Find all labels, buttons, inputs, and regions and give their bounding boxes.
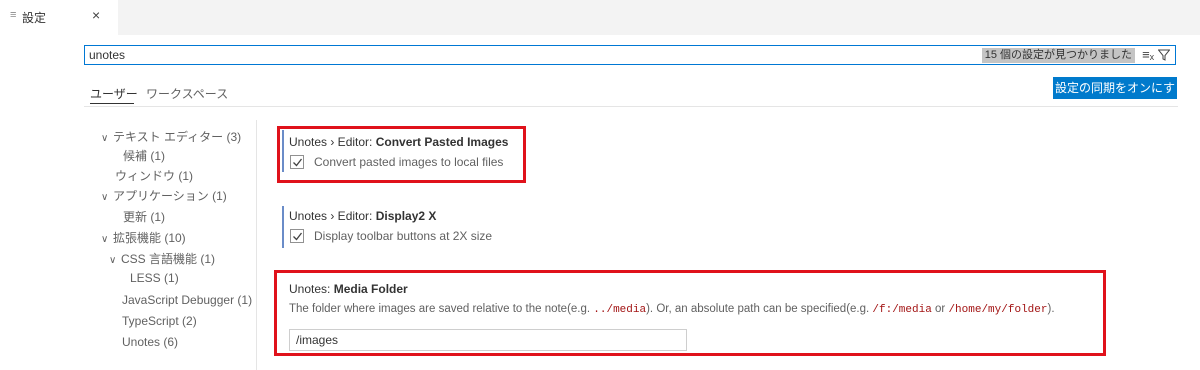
display2x-checkbox[interactable]: [290, 229, 304, 243]
search-input[interactable]: [89, 47, 969, 63]
highlight-box: [277, 126, 526, 183]
setting-focus-bar: [282, 206, 284, 248]
settings-tab[interactable]: ≡ 設定 ×: [0, 0, 118, 35]
setting-title-display: Unotes › Editor: Display2 X: [289, 209, 437, 223]
divider: [84, 106, 1178, 107]
toc-item-extensions[interactable]: ∨ 拡張機能 (10): [101, 229, 186, 246]
settings-search-box: 15 個の設定が見つかりました ≡ₓ: [84, 45, 1176, 65]
list-icon: ≡: [10, 9, 17, 21]
filter-icon[interactable]: [1158, 49, 1170, 61]
result-count-badge: 15 個の設定が見つかりました: [981, 48, 1135, 63]
chevron-down-icon: ∨: [109, 255, 117, 266]
toc-item-update[interactable]: 更新 (1): [123, 208, 165, 225]
chevron-down-icon: ∨: [101, 192, 109, 203]
toc-item-window[interactable]: ウィンドウ (1): [115, 167, 193, 184]
toc-item-application[interactable]: ∨ アプリケーション (1): [101, 187, 227, 204]
settings-sync-button[interactable]: 設定の同期をオンにする: [1053, 77, 1177, 117]
toc-item-unotes[interactable]: Unotes (6): [122, 335, 178, 349]
chevron-down-icon: ∨: [101, 133, 109, 144]
check-icon: [293, 232, 303, 241]
toc-item-text-editor[interactable]: ∨ テキスト エディター (3): [101, 128, 241, 145]
toc-item-css[interactable]: ∨ CSS 言語機能 (1): [109, 250, 215, 267]
highlight-box: [274, 270, 1106, 356]
tab-label: 設定: [22, 11, 47, 25]
pane-separator: [256, 120, 257, 370]
active-tab-indicator: [90, 103, 134, 104]
toc-item-suggestions[interactable]: 候補 (1): [123, 147, 165, 164]
tab-user[interactable]: ユーザー: [90, 85, 138, 102]
clear-filter-icon[interactable]: ≡ₓ: [1142, 47, 1154, 62]
close-icon[interactable]: ×: [92, 7, 100, 23]
setting-desc-display: Display toolbar buttons at 2X size: [314, 229, 493, 243]
tab-workspace[interactable]: ワークスペース: [146, 85, 228, 102]
chevron-down-icon: ∨: [101, 234, 109, 245]
tab-bar: ≡ 設定 ×: [0, 0, 1200, 35]
toc-item-less[interactable]: LESS (1): [130, 271, 179, 285]
toc-item-typescript[interactable]: TypeScript (2): [122, 314, 197, 328]
toc-item-js-debugger[interactable]: JavaScript Debugger (1): [122, 293, 252, 307]
